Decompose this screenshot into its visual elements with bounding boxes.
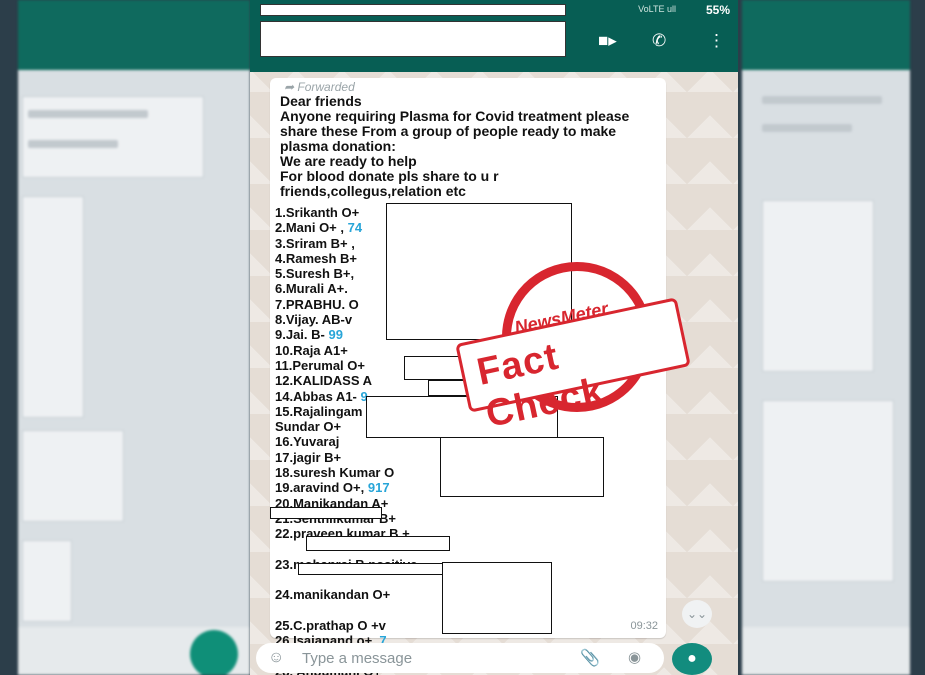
donor-entry: 5.Suresh B+, <box>275 266 355 282</box>
blurred-block <box>22 430 124 522</box>
blurred-footer <box>742 627 910 675</box>
network-indicator: VoLTE ull <box>638 4 676 14</box>
donor-entry: 16.Yuvaraj <box>275 434 340 450</box>
donor-entry: 2.Mani O+ , <box>275 220 344 236</box>
redacted-contact-name[interactable] <box>260 21 566 57</box>
donor-entry: 24.manikandan O+ <box>275 587 391 603</box>
blurred-header <box>18 0 250 70</box>
donor-entry: 17.jagir B+ <box>275 449 342 465</box>
battery-level: 55% <box>705 3 730 17</box>
blurred-line <box>762 124 852 132</box>
blurred-line <box>28 110 148 118</box>
donor-list-item: 25.C.prathap O +v <box>275 618 417 633</box>
blurred-block <box>762 200 874 372</box>
donor-entry: 12.KALIDASS A <box>275 373 373 389</box>
blurred-background-left <box>18 0 250 675</box>
donor-entry: 14.Abbas A1- <box>275 388 357 404</box>
donor-list-item: 18.suresh Kumar O <box>275 465 417 480</box>
message-input[interactable]: ☺ Type a message 📎 ◉ <box>256 643 664 673</box>
donor-entry: 19.aravind O+, <box>275 480 365 496</box>
more-options-icon[interactable]: ⋮ <box>708 32 725 50</box>
message-placeholder: Type a message <box>302 650 413 667</box>
forwarded-label: ➦ Forwarded <box>284 80 355 94</box>
donor-entry: 10.Raja A1+ <box>275 342 348 358</box>
donor-entry: 1.Srikanth O+ <box>275 205 360 220</box>
donor-entry: 4.Ramesh B+ <box>275 250 358 266</box>
microphone-icon[interactable]: ● <box>672 643 712 675</box>
donor-entry: Sundar O+ <box>275 419 342 435</box>
donor-phone-link[interactable]: 99 <box>328 327 342 342</box>
blurred-background-right <box>742 0 910 675</box>
video-call-icon[interactable]: ■▸ <box>598 32 617 50</box>
fact-check-stamp: NewsMeter Fact Check <box>455 248 691 458</box>
emoji-icon[interactable]: ☺ <box>268 649 284 667</box>
redaction-box <box>442 562 552 634</box>
donor-phone-link[interactable]: 917 <box>368 480 390 495</box>
donor-list-item: 12.KALIDASS A <box>275 373 417 388</box>
donor-list-item: 19.aravind O+, 917 <box>275 480 417 495</box>
message-input-bar: ☺ Type a message 📎 ◉ ● <box>250 643 738 675</box>
donor-list-item: 24.manikandan O+ <box>275 587 417 602</box>
donor-entry: 9.Jai. B- <box>275 327 325 343</box>
chat-header: VoLTE ull 55% ■▸ ✆ ⋮ <box>250 0 738 72</box>
redacted-status <box>260 4 566 16</box>
donor-entry: 25.C.prathap O +v <box>275 618 386 634</box>
donor-list-item: 17.jagir B+ <box>275 450 417 465</box>
paperclip-icon[interactable]: 📎 <box>580 648 600 668</box>
message-time: 09:32 <box>630 620 658 632</box>
blurred-block <box>22 96 204 178</box>
donor-list-item: 11.Perumal O+ <box>275 358 417 373</box>
donor-entry: 8.Vijay. AB-v <box>275 312 353 328</box>
message-intro: Dear friends Anyone requiring Plasma for… <box>280 93 630 199</box>
blurred-button <box>190 630 238 675</box>
donor-entry: 7.PRABHU. O <box>275 296 359 312</box>
donor-list-item <box>275 603 417 618</box>
blurred-block <box>22 540 72 622</box>
redaction-box <box>306 536 450 551</box>
blurred-header <box>742 0 910 70</box>
donor-entry: 3.Sriram B+ , <box>275 235 355 251</box>
donor-entry: 18.suresh Kumar O <box>275 465 395 481</box>
phone-call-icon[interactable]: ✆ <box>652 32 666 50</box>
blurred-line <box>762 96 882 104</box>
redaction-box <box>298 563 450 575</box>
scroll-down-icon[interactable]: ⌄⌄ <box>682 600 712 628</box>
redaction-box <box>270 507 382 519</box>
camera-icon[interactable]: ◉ <box>628 648 641 666</box>
donor-list-item: 10.Raja A1+ <box>275 343 417 358</box>
blurred-block <box>22 196 84 418</box>
blurred-block <box>762 400 894 582</box>
blurred-line <box>28 140 118 148</box>
donor-entry: 6.Murali A+. <box>275 281 348 297</box>
donor-phone-link[interactable]: 74 <box>348 220 362 235</box>
donor-entry: 11.Perumal O+ <box>275 357 365 373</box>
